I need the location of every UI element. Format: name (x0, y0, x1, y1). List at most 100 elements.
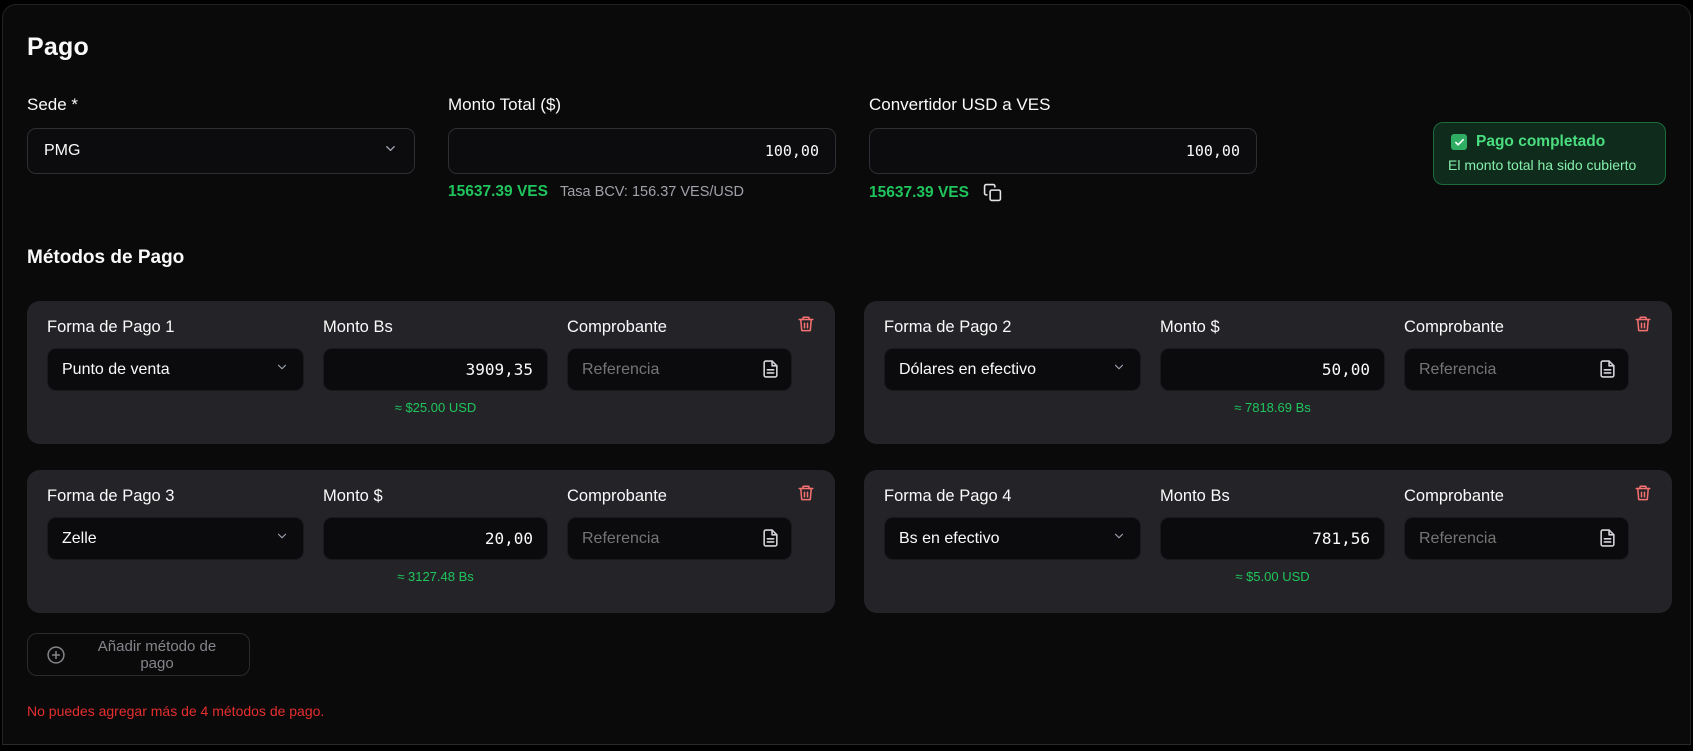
convertidor-field-group: Convertidor USD a VES 15637.39 VES (869, 95, 1257, 202)
document-icon (1598, 360, 1617, 383)
payment-methods-grid: Forma de Pago 1 Punto de venta Monto Bs … (27, 301, 1672, 613)
payment-complete-badge: Pago completado El monto total ha sido c… (1433, 122, 1666, 185)
method-select[interactable]: Bs en efectivo (884, 517, 1141, 560)
checkbox-checked-icon (1451, 134, 1467, 150)
payment-method-card-3: Forma de Pago 3 Zelle Monto $ ≈ 3127.48 … (27, 470, 835, 613)
reference-field-wrap (567, 348, 792, 391)
document-icon (1598, 529, 1617, 552)
method-selected-value: Bs en efectivo (899, 529, 1000, 547)
convertidor-ves-amount: 15637.39 VES (869, 183, 969, 201)
reference-input[interactable] (567, 348, 792, 391)
method-select[interactable]: Punto de venta (47, 348, 304, 391)
reference-field-wrap (1404, 348, 1629, 391)
method-column: Forma de Pago 2 Dólares en efectivo (884, 318, 1141, 444)
conversion-hint: ≈ $25.00 USD (394, 400, 477, 415)
copy-button[interactable] (983, 183, 1002, 202)
comprobante-column: Comprobante (567, 487, 792, 613)
delete-method-button[interactable] (1634, 483, 1652, 503)
attach-file-button[interactable] (1598, 527, 1617, 549)
attach-file-button[interactable] (761, 527, 780, 549)
amount-label: Monto $ (1160, 318, 1220, 336)
delete-method-button[interactable] (1634, 314, 1652, 334)
payment-method-card-2: Forma de Pago 2 Dólares en efectivo Mont… (864, 301, 1672, 444)
sede-selected-value: PMG (44, 142, 81, 159)
method-column: Forma de Pago 4 Bs en efectivo (884, 487, 1141, 613)
amount-input[interactable] (323, 517, 548, 560)
reference-field-wrap (567, 517, 792, 560)
convertidor-label: Convertidor USD a VES (869, 95, 1051, 114)
methods-heading: Métodos de Pago (27, 247, 185, 268)
amount-column: Monto Bs ≈ $25.00 USD (323, 318, 548, 444)
comprobante-label: Comprobante (1404, 487, 1504, 505)
monto-total-ves-amount: 15637.39 VES (448, 183, 548, 200)
chevron-down-icon (383, 141, 398, 161)
sede-label: Sede * (27, 95, 79, 114)
delete-method-button[interactable] (797, 314, 815, 334)
reference-input[interactable] (1404, 348, 1629, 391)
monto-total-field-group: Monto Total ($) 15637.39 VES Tasa BCV: 1… (448, 95, 836, 201)
amount-label: Monto Bs (323, 318, 393, 336)
trash-icon (797, 485, 815, 506)
method-label: Forma de Pago 3 (47, 487, 175, 505)
payment-method-card-4: Forma de Pago 4 Bs en efectivo Monto Bs … (864, 470, 1672, 613)
reference-input[interactable] (567, 517, 792, 560)
trash-icon (1634, 485, 1652, 506)
payment-summary-row: Sede * PMG Monto Total ($) 15637.39 VES … (27, 95, 1666, 202)
method-selected-value: Punto de venta (62, 360, 170, 378)
method-label: Forma de Pago 4 (884, 487, 1012, 505)
comprobante-column: Comprobante (1404, 318, 1629, 444)
reference-input[interactable] (1404, 517, 1629, 560)
amount-input[interactable] (1160, 517, 1385, 560)
method-select[interactable]: Dólares en efectivo (884, 348, 1141, 391)
monto-total-conversion: 15637.39 VES Tasa BCV: 156.37 VES/USD (448, 183, 836, 201)
amount-column: Monto $ ≈ 3127.48 Bs (323, 487, 548, 613)
monto-total-input[interactable] (448, 128, 836, 174)
method-select[interactable]: Zelle (47, 517, 304, 560)
method-label: Forma de Pago 1 (47, 318, 175, 336)
chevron-down-icon (275, 360, 289, 379)
method-column: Forma de Pago 3 Zelle (47, 487, 304, 613)
attach-file-button[interactable] (1598, 358, 1617, 380)
monto-total-label: Monto Total ($) (448, 95, 562, 114)
sede-field-group: Sede * PMG (27, 95, 415, 174)
payment-method-card-1: Forma de Pago 1 Punto de venta Monto Bs … (27, 301, 835, 444)
delete-method-button[interactable] (797, 483, 815, 503)
chevron-down-icon (1112, 360, 1126, 379)
badge-title: Pago completado (1476, 133, 1606, 150)
amount-input[interactable] (323, 348, 548, 391)
plus-circle-icon (46, 645, 66, 665)
convertidor-conversion: 15637.39 VES (869, 183, 1257, 202)
comprobante-label: Comprobante (1404, 318, 1504, 336)
comprobante-column: Comprobante (567, 318, 792, 444)
amount-input[interactable] (1160, 348, 1385, 391)
add-payment-method-label: Añadir método de pago (97, 637, 217, 672)
add-payment-method-button[interactable]: Añadir método de pago (27, 633, 250, 676)
trash-icon (797, 316, 815, 337)
conversion-hint: ≈ $5.00 USD (1235, 569, 1310, 584)
amount-label: Monto Bs (1160, 487, 1230, 505)
badge-title-row: Pago completado (1451, 133, 1651, 151)
method-selected-value: Zelle (62, 529, 97, 547)
max-methods-warning: No puedes agregar más de 4 métodos de pa… (27, 703, 325, 719)
sede-select[interactable]: PMG (27, 128, 415, 174)
page-title: Pago (27, 33, 89, 61)
comprobante-label: Comprobante (567, 487, 667, 505)
conversion-hint: ≈ 7818.69 Bs (1234, 400, 1311, 415)
conversion-hint: ≈ 3127.48 Bs (397, 569, 474, 584)
trash-icon (1634, 316, 1652, 337)
method-label: Forma de Pago 2 (884, 318, 1012, 336)
chevron-down-icon (275, 529, 289, 548)
amount-column: Monto Bs ≈ $5.00 USD (1160, 487, 1385, 613)
method-column: Forma de Pago 1 Punto de venta (47, 318, 304, 444)
document-icon (761, 529, 780, 552)
comprobante-column: Comprobante (1404, 487, 1629, 613)
convertidor-input[interactable] (869, 128, 1257, 174)
tasa-bcv-text: Tasa BCV: 156.37 VES/USD (559, 184, 745, 200)
payment-page: Pago Sede * PMG Monto Total ($) 15637.39… (2, 4, 1691, 745)
document-icon (761, 360, 780, 383)
attach-file-button[interactable] (761, 358, 780, 380)
chevron-down-icon (1112, 529, 1126, 548)
copy-icon (983, 183, 1002, 205)
comprobante-label: Comprobante (567, 318, 667, 336)
amount-column: Monto $ ≈ 7818.69 Bs (1160, 318, 1385, 444)
